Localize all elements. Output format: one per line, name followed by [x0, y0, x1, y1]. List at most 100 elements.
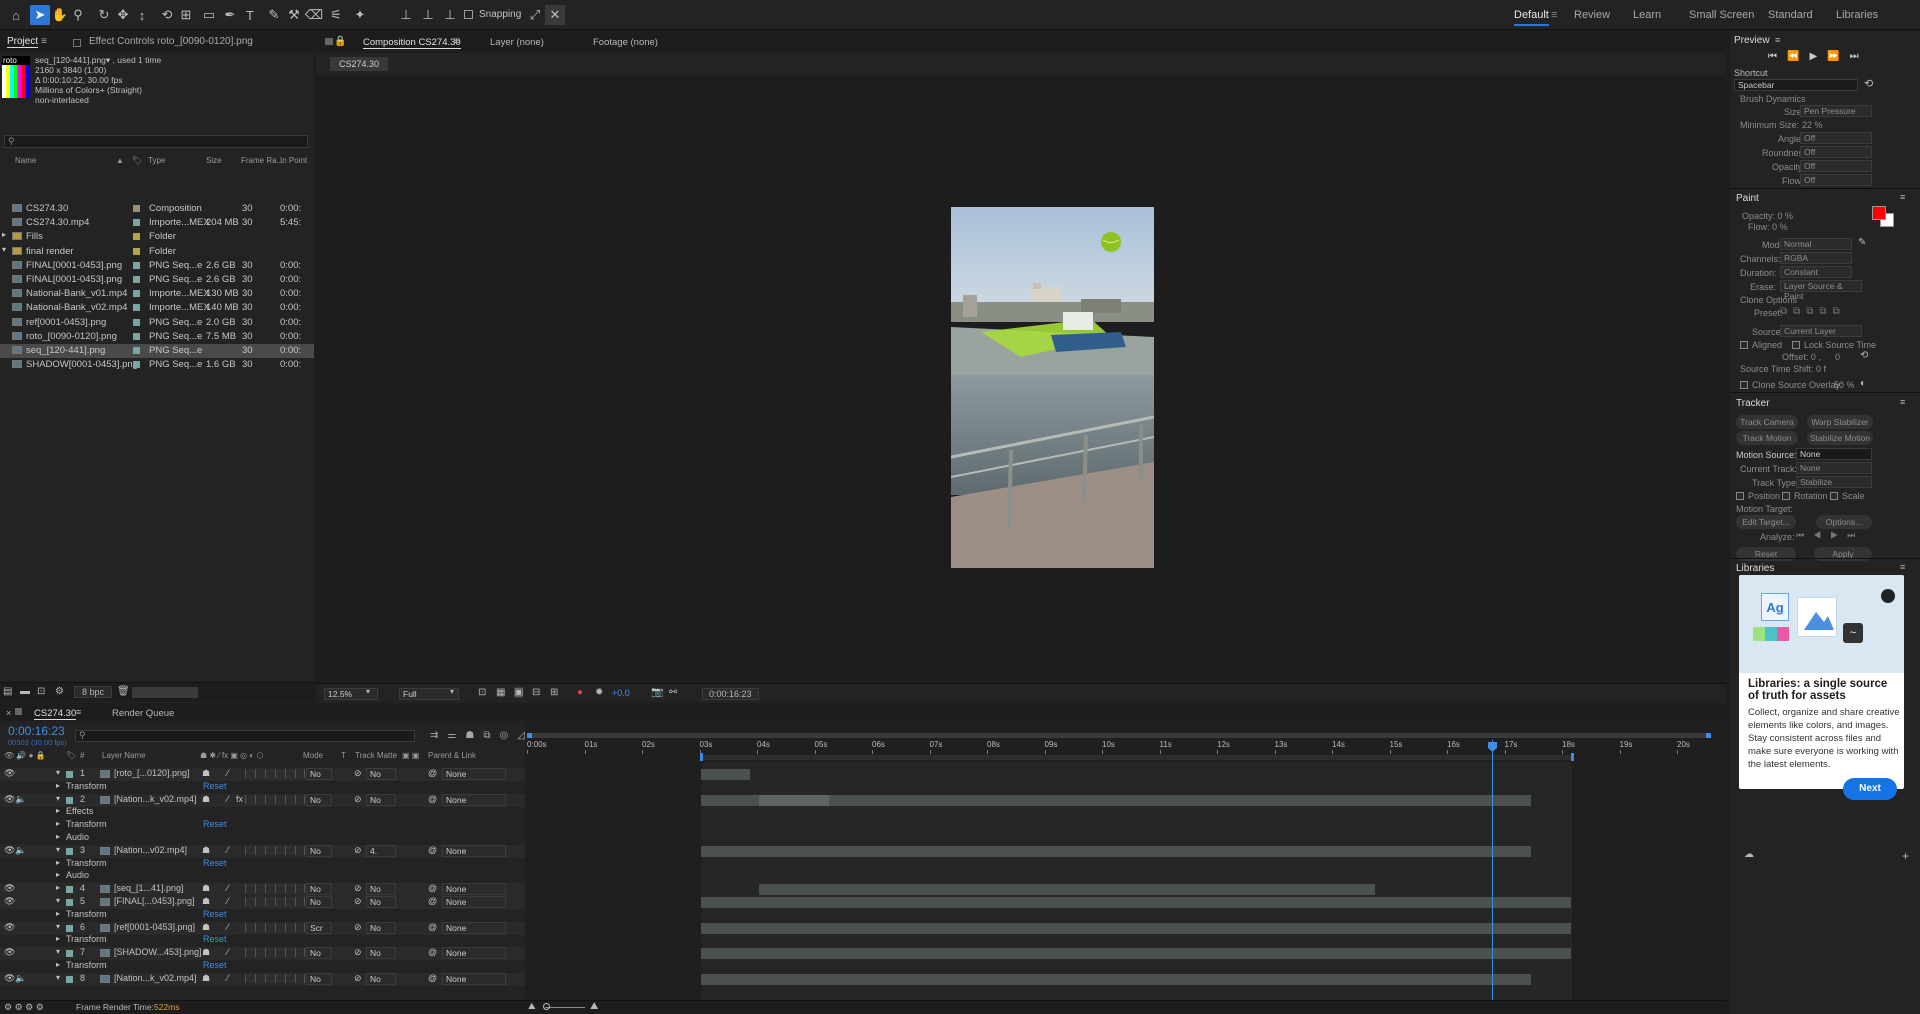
parent-dropdown[interactable]: None [442, 947, 506, 960]
orbit-tool-icon[interactable]: ↻ [94, 5, 114, 25]
property-reset-link[interactable]: Reset [203, 781, 227, 791]
project-item[interactable]: FINAL[0001-0453].png PNG Seq...e 2.6 GB 30 0… [0, 273, 314, 287]
chevron-down-icon[interactable]: ▾ [56, 947, 60, 956]
reset-shortcut-icon[interactable]: ⟲ [1864, 77, 1873, 90]
clone-offset-y[interactable]: 0 [1835, 352, 1840, 362]
timeline-layer-row[interactable]: 👁 ▾ 7 [SHADOW...453].png] ☗ ⁄ No ⊘ No @ None [0, 947, 525, 961]
pick-whip-icon[interactable]: @ [428, 845, 437, 855]
workspace-standard[interactable]: Standard [1768, 9, 1813, 21]
label-color-swatch[interactable] [66, 886, 73, 894]
current-timecode[interactable]: 0:00:16:23 [8, 724, 65, 738]
project-item[interactable]: roto_[0090-0120].png PNG Seq...e 7.5 MB 30 0… [0, 330, 314, 344]
snap-features-icon[interactable]: ✕ [545, 5, 565, 25]
channel-icon[interactable]: ● [577, 687, 583, 698]
warp-stabilizer-button[interactable]: Warp Stabilizer [1807, 415, 1873, 429]
property-reset-link[interactable]: Reset [203, 934, 227, 944]
libraries-next-button[interactable]: Next [1843, 778, 1897, 800]
track-type-dropdown[interactable]: Stabilize [1796, 476, 1872, 488]
time-ruler[interactable]: 0:00s 01s 02s 03s 04s 05s 06s 07s 08s 09s 10s 11s 12… [525, 740, 1726, 754]
toggle-switches-icon[interactable]: ⚙ ⚙ ⚙ ⚙ [4, 1002, 44, 1013]
visibility-icon[interactable]: 👁 [4, 922, 15, 933]
label-color-swatch[interactable] [66, 899, 73, 906]
preview-menu-icon[interactable]: ≡ [1775, 35, 1780, 45]
thumbnail-slider[interactable] [132, 687, 198, 698]
paint-duration-dropdown[interactable]: Constant [1780, 266, 1852, 278]
shy-switch-icon[interactable]: ☗ [202, 922, 210, 933]
parent-dropdown[interactable]: None [442, 793, 506, 806]
first-frame-icon[interactable]: ⏮ [1768, 51, 1787, 62]
chevron-down-icon[interactable]: ▾ [56, 845, 60, 854]
audio-icon[interactable]: 🔈 [15, 794, 26, 805]
clone-source-dropdown[interactable]: Current Layer [1780, 325, 1862, 337]
foreground-color-swatch[interactable] [1872, 206, 1886, 220]
track-camera-button[interactable]: Track Camera [1736, 415, 1798, 429]
timeline-layer-row[interactable]: 👁 🔈 ▾ 8 [Nation...k_v02.mp4] ☗ ⁄ No ⊘ No @ None [0, 972, 525, 986]
property-reset-link[interactable]: Reset [203, 909, 227, 919]
visibility-icon[interactable]: 👁 [4, 845, 15, 856]
pick-whip-icon[interactable]: @ [428, 883, 437, 893]
close-icon[interactable]: × [6, 708, 11, 718]
layer-property-row[interactable]: ▸ Audio [0, 832, 525, 845]
shy-switch-icon[interactable]: ☗ [202, 947, 210, 958]
clone-overlay-checkbox[interactable] [1740, 381, 1748, 389]
pick-whip-icon[interactable]: @ [428, 947, 437, 957]
axis-view-icon[interactable]: ⊥ [440, 5, 460, 25]
viewer-timecode[interactable]: 0:00:16:23 [702, 688, 759, 700]
motion-blur-icon[interactable]: ◎ [499, 730, 517, 741]
track-matte-link-icon[interactable]: ⊘ [354, 794, 362, 805]
snapping-checkbox[interactable] [464, 10, 473, 19]
analyze-backward-icon[interactable]: ◀ [1813, 530, 1830, 540]
pan-tool-icon[interactable]: ✥ [113, 5, 133, 25]
shy-switch-icon[interactable]: ☗ [202, 883, 210, 894]
track-matte-link-icon[interactable]: ⊘ [354, 896, 362, 907]
composition-preview-frame[interactable] [951, 207, 1154, 568]
zoom-slider-handle[interactable] [543, 1003, 550, 1010]
motion-source-dropdown[interactable]: None [1796, 448, 1872, 460]
rectangle-tool-icon[interactable]: ▭ [199, 5, 219, 25]
brush-roundness-dropdown[interactable]: Off [1800, 146, 1872, 158]
project-item[interactable]: ref[0001-0453].png PNG Seq...e 2.0 GB 30 0:0… [0, 316, 314, 330]
rotation-checkbox[interactable] [1782, 492, 1790, 500]
chevron-down-icon[interactable]: ▾ [56, 922, 60, 931]
quality-switch-icon[interactable]: ⁄ [227, 768, 229, 778]
lock-source-time-checkbox[interactable] [1792, 341, 1800, 349]
track-matte-dropdown[interactable]: No [366, 768, 396, 780]
next-frame-icon[interactable]: ⏩ [1827, 51, 1849, 62]
blend-mode-dropdown[interactable]: No [306, 883, 332, 896]
layer-name[interactable]: [Nation...v02.mp4] [114, 845, 187, 855]
quality-switch-icon[interactable]: ⁄ [227, 973, 229, 983]
property-reset-link[interactable]: Reset [203, 960, 227, 970]
layer-name[interactable]: [Nation...k_v02.mp4] [114, 794, 197, 804]
blend-mode-dropdown[interactable]: No [306, 896, 332, 908]
composition-menu-icon[interactable]: ≡ [454, 36, 460, 47]
scale-checkbox[interactable] [1830, 492, 1838, 500]
workspace-menu-icon[interactable]: ≡ [1551, 9, 1557, 21]
workspace-default[interactable]: Default [1514, 9, 1549, 26]
chevron-down-icon[interactable]: ▸ [56, 883, 60, 892]
pick-whip-icon[interactable]: @ [428, 973, 437, 983]
layer-property-row[interactable]: ▸ Transform Reset [0, 934, 525, 947]
clone-stamp-tool-icon[interactable]: ⚒ [284, 5, 304, 25]
layer-name[interactable]: [Nation...k_v02.mp4] [114, 973, 197, 983]
analyze-next-icon[interactable]: ⏭ [1847, 530, 1864, 540]
label-color-swatch[interactable] [66, 771, 73, 778]
axis-world-icon[interactable]: ⊥ [418, 5, 438, 25]
mask-visibility-icon[interactable]: ▣ [514, 687, 524, 698]
chevron-right-icon[interactable]: ▸ [56, 806, 60, 815]
track-matte-dropdown[interactable]: No [366, 883, 396, 896]
stabilize-motion-button[interactable]: Stabilize Motion [1807, 431, 1873, 445]
play-icon[interactable]: ▶ [1809, 51, 1827, 62]
tab-render-queue[interactable]: Render Queue [112, 708, 174, 719]
label-color-swatch[interactable] [133, 304, 140, 312]
library-add-icon[interactable]: + [1902, 849, 1909, 863]
shy-switch-icon[interactable]: ☗ [202, 768, 210, 779]
analyze-back-icon[interactable]: ⏮ [1796, 530, 1813, 540]
visibility-icon[interactable]: 👁 [4, 768, 15, 779]
track-matte-dropdown[interactable]: No [366, 921, 396, 934]
lock-icon[interactable]: 🔒 [334, 36, 346, 47]
last-frame-icon[interactable]: ⏭ [1850, 51, 1869, 62]
label-color-swatch[interactable] [133, 347, 140, 354]
type-tool-icon[interactable]: T [240, 5, 260, 25]
dolly-tool-icon[interactable]: ↕ [132, 5, 152, 25]
layer-duration-bar[interactable] [701, 769, 750, 780]
